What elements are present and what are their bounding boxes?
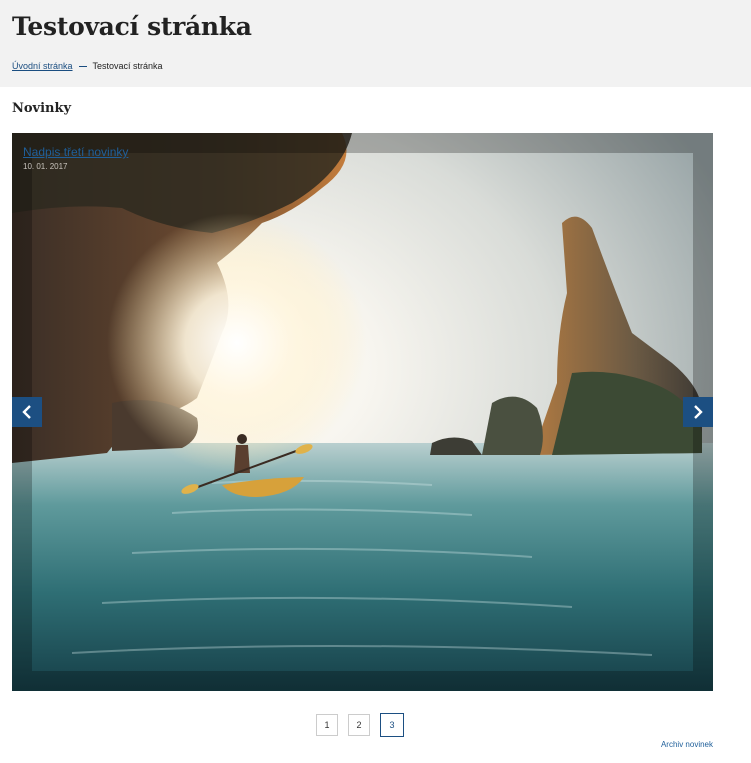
page-button-1[interactable]: 1 [316, 714, 338, 736]
chevron-left-icon [22, 405, 31, 419]
news-archive-link[interactable]: Archiv novinek [661, 740, 713, 749]
slider-pagination: 1 2 3 [316, 713, 404, 737]
breadcrumb-home-link[interactable]: Úvodní stránka [12, 61, 73, 71]
breadcrumb-current: Testovací stránka [92, 61, 163, 71]
news-slider[interactable]: Nadpis třetí novinky 10. 01. 2017 [12, 133, 713, 691]
breadcrumb: Úvodní stránka Testovací stránka [12, 61, 163, 71]
breadcrumb-separator [78, 65, 87, 67]
slider-next-button[interactable] [683, 397, 713, 427]
slide-title-link[interactable]: Nadpis třetí novinky [23, 145, 128, 159]
page-header: Testovací stránka Úvodní stránka Testova… [0, 0, 751, 87]
slide-image[interactable] [12, 133, 713, 691]
page-button-2[interactable]: 2 [348, 714, 370, 736]
chevron-right-icon [694, 405, 703, 419]
slider-prev-button[interactable] [12, 397, 42, 427]
page-button-3[interactable]: 3 [380, 713, 404, 737]
section-title-news: Novinky [12, 101, 72, 116]
slide-caption: Nadpis třetí novinky 10. 01. 2017 [23, 145, 128, 171]
page-title: Testovací stránka [12, 12, 252, 41]
slide-date: 10. 01. 2017 [23, 162, 68, 171]
